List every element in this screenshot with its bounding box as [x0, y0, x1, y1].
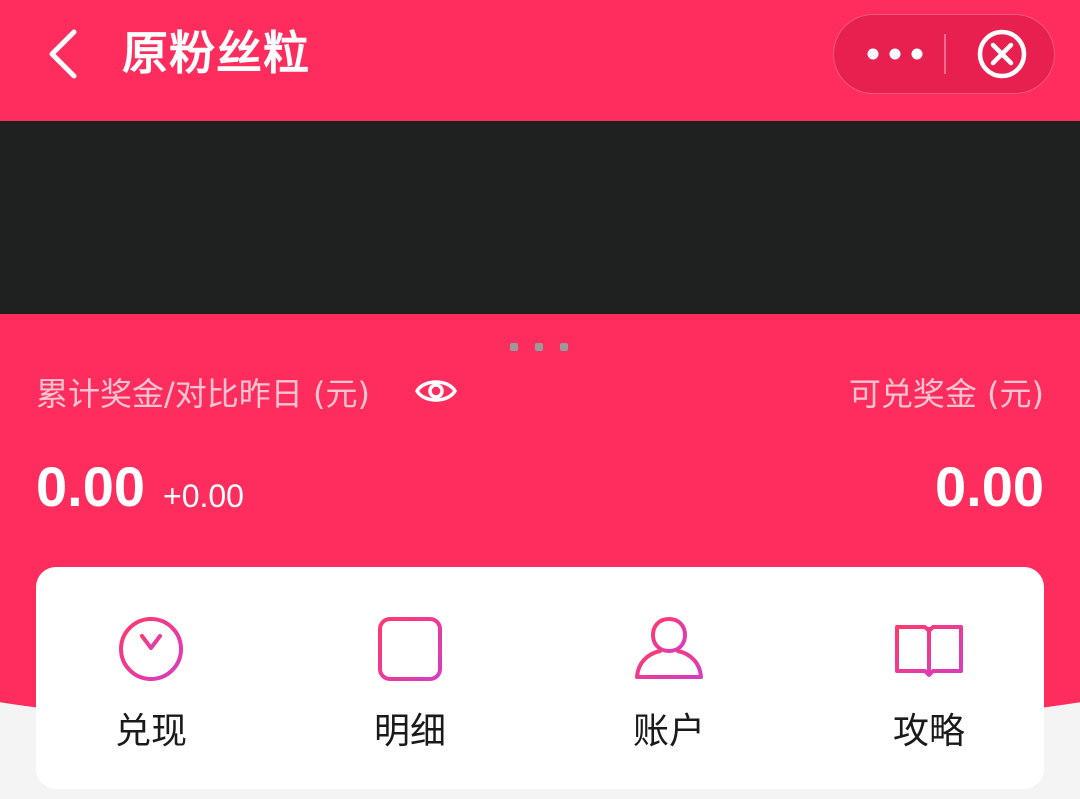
action-guide[interactable]: 攻略: [814, 567, 1044, 789]
yuan-circle-icon: [119, 617, 183, 681]
total-bonus-value: 0.00: [36, 455, 145, 518]
user-icon: [635, 616, 703, 679]
action-label: 兑现: [114, 711, 187, 752]
action-details[interactable]: 明细: [295, 567, 525, 789]
more-dots-icon[interactable]: [834, 15, 944, 93]
page: 原粉丝粒 累计奖金/对比昨日 (元) 可兑奖金 (元) 0.00 +0.00 0…: [0, 0, 1080, 799]
loading-dots-icon: [510, 343, 568, 351]
action-cash-out[interactable]: 兑现: [36, 567, 266, 789]
video-placeholder[interactable]: [0, 121, 1080, 351]
redeemable-bonus-label: 可兑奖金 (元): [848, 375, 1044, 413]
action-label: 账户: [632, 711, 705, 752]
close-circle-icon[interactable]: [946, 15, 1054, 93]
action-account[interactable]: 账户: [554, 567, 784, 789]
action-label: 攻略: [892, 711, 965, 752]
action-label: 明细: [373, 711, 446, 752]
eye-icon[interactable]: [414, 373, 458, 409]
action-card: 兑现 明细 账户 攻略: [36, 567, 1044, 789]
chevron-left-icon[interactable]: [40, 26, 90, 82]
daily-delta-value: +0.00: [163, 478, 244, 514]
document-list-icon: [378, 617, 442, 681]
open-book-icon: [895, 625, 963, 677]
redeemable-bonus-value: 0.00: [935, 455, 1044, 518]
menu-capsule: [833, 14, 1055, 94]
title-bar: 原粉丝粒: [0, 0, 1080, 121]
page-title: 原粉丝粒: [122, 26, 310, 80]
total-bonus-label: 累计奖金/对比昨日 (元): [36, 375, 370, 413]
